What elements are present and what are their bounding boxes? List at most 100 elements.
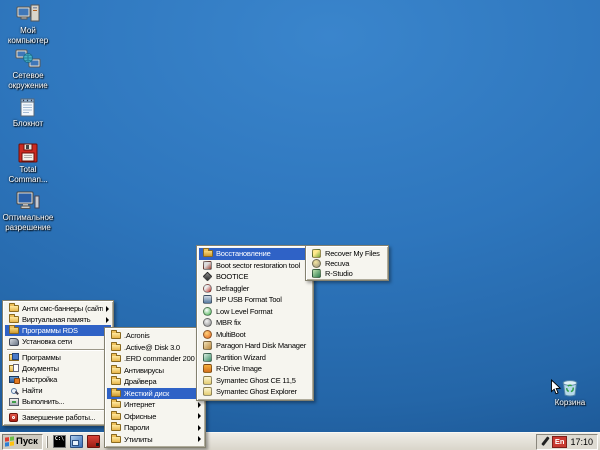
menu-item-hp-usb-format[interactable]: HP USB Format Tool [199,294,311,306]
desktop-icon-label: Мой компьютер [1,26,55,45]
menu-item-label: Boot sector restoration tool [214,261,309,270]
hard-disk-submenu: Восстановление Boot sector restoration t… [196,245,314,401]
recuva-icon [312,259,321,268]
menu-item-bootice[interactable]: BOOTICE [199,271,311,283]
toolbar-grip[interactable] [46,436,48,448]
menu-item-virtual-memory[interactable]: Виртуальная память [5,314,111,325]
menu-item-label: Восстановление [214,249,303,258]
recycle-bin-icon [559,375,581,397]
menu-item-passwords[interactable]: Пароли [107,422,203,434]
desktop-icon-notepad[interactable]: Блокнот [1,96,55,129]
menu-item-shutdown[interactable]: Завершение работы... [5,412,111,423]
menu-item-recuva[interactable]: Recuva [308,258,386,268]
menu-item-label: Настройка [20,375,103,384]
desktop-icon-label: Блокнот [13,119,43,129]
desktop-icon-label: Корзина [555,398,585,408]
menu-item-run[interactable]: Выполнить... [5,396,111,407]
menu-item-programs[interactable]: Программы [5,352,111,363]
menu-item-label: Анти смс-баннеры (сайты) [20,304,103,313]
network-places-icon [15,48,41,70]
menu-item-label: Офисные [122,412,195,421]
menu-item-antiviruses[interactable]: Антивирусы [107,365,203,377]
folder-icon [111,413,121,420]
menu-item-find[interactable]: Найти [5,385,111,396]
folder-open-icon [203,250,213,257]
tray-pen-icon[interactable] [541,436,549,447]
menu-item-r-drive-image[interactable]: R-Drive Image [199,363,311,375]
documents-icon [9,365,19,372]
menu-item-label: Пароли [122,423,195,432]
menu-item-network-setup[interactable]: Установка сети [5,336,111,347]
menu-item-office[interactable]: Офисные [107,411,203,423]
menu-separator [7,409,109,410]
recovery-submenu: Recover My Files Recuva R-Studio [305,245,389,281]
r-studio-icon [312,269,321,278]
start-button-label: Пуск [16,436,38,447]
folder-icon [111,378,121,385]
bootice-icon [203,272,213,282]
folder-icon [9,316,19,323]
submenu-arrow-icon [198,402,201,408]
command-prompt-icon[interactable] [53,435,66,448]
desktop-icon-total-commander[interactable]: Total Comman... [1,142,55,184]
ghost-explorer-icon [203,387,212,396]
menu-item-partition-wizard[interactable]: Partition Wizard [199,352,311,364]
menu-item-label: Утилиты [122,435,195,444]
red-app-icon[interactable] [87,435,100,448]
menu-item-active-disk[interactable]: .Active@ Disk 3.0 [107,342,203,354]
menu-item-low-level-format[interactable]: Low Level Format [199,306,311,318]
recover-my-files-icon [312,249,321,258]
menu-item-label: Установка сети [20,337,109,346]
show-desktop-icon[interactable] [70,435,83,448]
menu-item-label: Paragon Hard Disk Manager [214,341,309,350]
menu-item-drivers[interactable]: Драйвера [107,376,203,388]
desktop-icon-label: Оптимальное разрешение [1,213,55,232]
menu-item-ghost-explorer[interactable]: Symantec Ghost Explorer [199,386,311,398]
folder-icon [111,424,121,431]
network-setup-icon [9,338,19,346]
menu-item-recovery[interactable]: Восстановление [199,248,311,260]
menu-item-defraggler[interactable]: Defraggler [199,283,311,295]
menu-item-acronis[interactable]: .Acronis [107,330,203,342]
menu-item-programs-rds[interactable]: Программы RDS [5,325,111,336]
menu-item-label: R-Studio [323,269,384,278]
menu-item-erd-commander[interactable]: .ERD commander 2005 [107,353,203,365]
start-button[interactable]: Пуск [2,434,43,450]
menu-item-hard-disk[interactable]: Жесткий диск [107,388,203,400]
menu-item-paragon[interactable]: Paragon Hard Disk Manager [199,340,311,352]
paragon-icon [203,341,212,350]
search-icon [11,388,17,394]
desktop-icon-network-places[interactable]: Сетевое окружение [1,48,55,90]
folder-open-icon [9,327,19,334]
menu-item-label: Recover My Files [323,249,384,258]
windows-logo-icon [5,436,14,446]
menu-item-internet[interactable]: Интернет [107,399,203,411]
r-drive-image-icon [203,364,212,373]
menu-item-label: Найти [20,386,103,395]
run-icon [9,398,19,406]
menu-item-multiboot[interactable]: MultiBoot [199,329,311,341]
folder-icon [9,305,19,312]
menu-item-mbr-fix[interactable]: MBR fix [199,317,311,329]
menu-item-boot-sector-tool[interactable]: Boot sector restoration tool [199,260,311,272]
submenu-arrow-icon [198,413,201,419]
menu-item-label: Драйвера [122,377,195,386]
desktop-icon-display-resolution[interactable]: Оптимальное разрешение [1,190,55,232]
menu-item-label: Документы [20,364,103,373]
menu-item-settings[interactable]: Настройка [5,374,111,385]
menu-item-utilities[interactable]: Утилиты [107,434,203,446]
display-resolution-icon [15,190,41,212]
menu-item-ghost-ce[interactable]: Symantec Ghost CE 11,5 [199,375,311,387]
menu-item-label: Антивирусы [122,366,195,375]
menu-item-r-studio[interactable]: R-Studio [308,268,386,278]
menu-item-label: Жесткий диск [122,389,195,398]
desktop-icon-my-computer[interactable]: Мой компьютер [1,3,55,45]
menu-item-recover-my-files[interactable]: Recover My Files [308,248,386,258]
clock[interactable]: 17:10 [570,437,593,447]
menu-item-anti-sms-banners[interactable]: Анти смс-баннеры (сайты) [5,303,111,314]
language-indicator[interactable]: En [552,436,568,448]
defraggler-icon [203,284,212,293]
menu-item-label: Программы [20,353,103,362]
menu-item-documents[interactable]: Документы [5,363,111,374]
menu-item-label: Интернет [122,400,195,409]
